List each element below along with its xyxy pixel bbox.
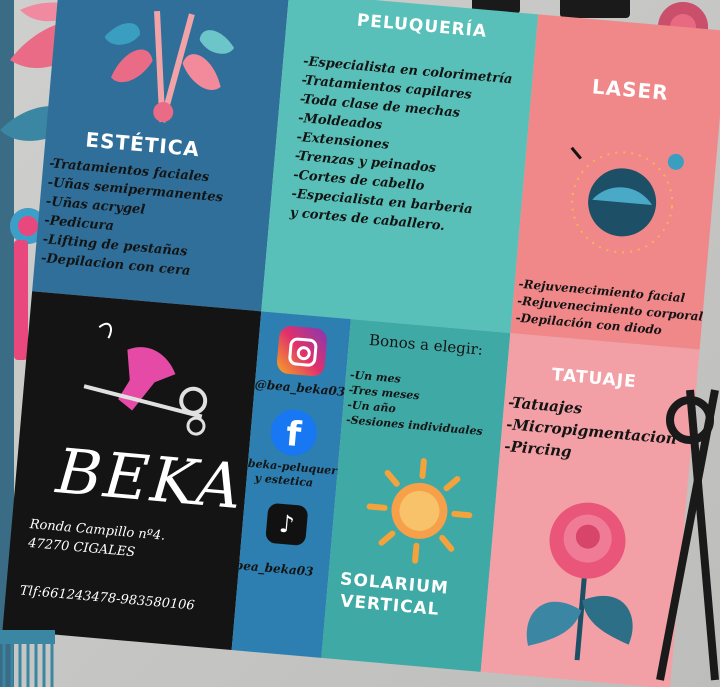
flyer: ESTÉTICA -Tratamientos faciales -Uñas se…	[0, 0, 720, 687]
bonos-title: Bonos a elegir:	[368, 330, 484, 359]
sun-icon	[366, 458, 473, 564]
woman-silhouette-scissors-icon	[83, 322, 208, 436]
laser-list: -Rejuvenecimiento facial -Rejuvenecimien…	[515, 276, 705, 343]
tiktok-icon: ♪	[265, 502, 309, 547]
peluqueria-list: -Especialista en colorimetría -Tratamien…	[289, 52, 513, 241]
instagram-icon	[275, 325, 328, 378]
bonos-panel: Bonos a elegir: -Un mes -Tres meses -Un …	[321, 319, 511, 672]
instagram-handle: @bea_beka03	[254, 377, 346, 399]
comb-icon	[0, 630, 55, 687]
brush-handle	[14, 240, 28, 360]
brand-logo: BEKA	[53, 434, 247, 524]
estetica-list: -Tratamientos faciales -Uñas semipermane…	[40, 154, 225, 283]
peluqueria-panel: PELUQUERÍA -Especialista en colorimetría…	[261, 0, 539, 334]
laser-title: LASER	[591, 74, 670, 105]
laser-panel: LASER -Rejuvenecimiento facial -Rejuvene…	[510, 14, 720, 350]
estetica-panel: ESTÉTICA -Tratamientos faciales -Uñas se…	[32, 0, 290, 312]
scissors-floral-icon	[104, 10, 235, 123]
photo-scene: ESTÉTICA -Tratamientos faciales -Uñas se…	[0, 0, 720, 687]
peluqueria-title: PELUQUERÍA	[356, 10, 488, 42]
beka-panel: BEKA Ronda Campillo nº4. 47270 CIGALES T…	[2, 291, 262, 651]
scissors-icon	[656, 389, 719, 681]
laser-device-icon	[570, 146, 684, 254]
facebook-icon: f	[268, 407, 319, 458]
bonos-list: -Un mes -Tres meses -Un año -Sesiones in…	[345, 367, 487, 439]
